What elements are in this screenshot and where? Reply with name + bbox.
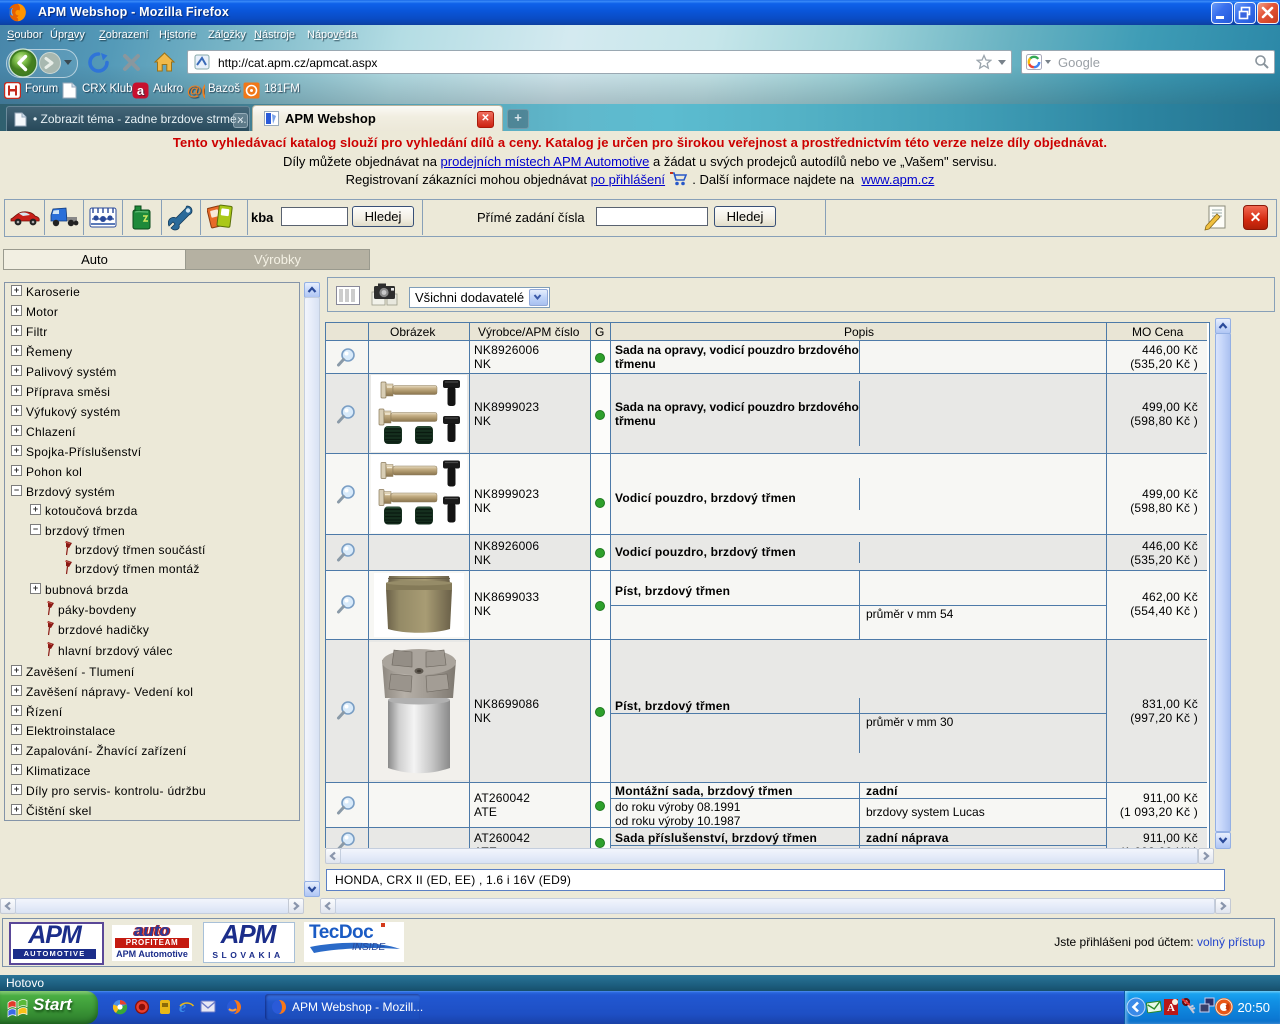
svg-text:e: e	[179, 999, 186, 1015]
svg-text:a: a	[137, 83, 145, 98]
svg-text:@(: @(	[187, 83, 205, 100]
